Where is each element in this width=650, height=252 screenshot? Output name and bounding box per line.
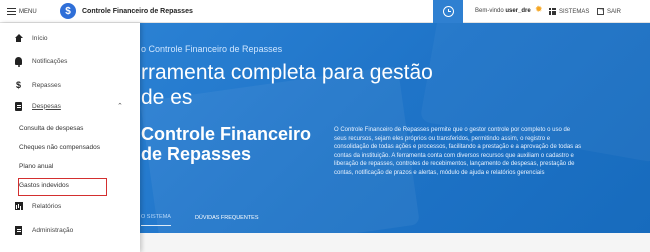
brand-logo-icon: $ xyxy=(60,3,76,19)
dollar-icon: $ xyxy=(15,79,21,90)
sidebar-item-inicio[interactable]: Início xyxy=(0,29,140,47)
sidebar-item-label: Despesas xyxy=(32,102,61,110)
submenu-item-cheques[interactable]: Cheques não compensados xyxy=(19,144,100,151)
username: user_dre xyxy=(505,8,531,14)
sidebar-item-despesas[interactable]: Despesas ⌃ xyxy=(0,97,140,115)
hero-description: O Controle Financeiro de Repasses permit… xyxy=(334,127,582,176)
logout-button[interactable]: SAIR xyxy=(597,6,622,15)
bar-chart-icon xyxy=(14,202,23,211)
welcome-text: Bem-vindo user_dre xyxy=(475,8,531,14)
sistemas-button[interactable]: SISTEMAS xyxy=(549,8,589,15)
top-bar: MENU $ Controle Financeiro de Repasses B… xyxy=(0,0,650,23)
sidebar-item-relatorios[interactable]: Relatórios xyxy=(0,197,140,215)
hero-title: rramenta completa para gestão de es xyxy=(141,61,433,109)
logout-icon xyxy=(597,6,605,15)
home-icon xyxy=(14,34,23,43)
submenu-item-consulta-despesas[interactable]: Consulta de despesas xyxy=(19,125,83,132)
sidebar-item-label: Repasses xyxy=(32,81,61,89)
welcome-prefix: Bem-vindo xyxy=(475,8,504,14)
brand[interactable]: $ Controle Financeiro de Repasses xyxy=(60,3,193,19)
sidebar-item-label: Início xyxy=(32,34,48,42)
tab-duvidas-frequentes[interactable]: DÚVIDAS FREQUENTES xyxy=(195,215,259,226)
sidebar-item-repasses[interactable]: $ Repasses xyxy=(0,76,140,94)
clock-button[interactable] xyxy=(433,0,463,23)
sun-icon[interactable]: ✹ xyxy=(535,5,543,14)
menu-label: MENU xyxy=(19,8,37,15)
logout-label: SAIR xyxy=(607,8,622,15)
menu-button[interactable]: MENU xyxy=(7,4,37,19)
hamburger-icon xyxy=(7,8,16,15)
brand-name: Controle Financeiro de Repasses xyxy=(82,7,193,15)
chevron-up-icon[interactable]: ⌃ xyxy=(117,102,123,110)
hero-heading: Controle Financeiro de Repasses xyxy=(141,124,312,164)
document-icon xyxy=(14,225,23,235)
sidebar: Início Notificações $ Repasses Despesas … xyxy=(0,23,140,252)
sidebar-item-label: Relatórios xyxy=(32,202,62,210)
clock-icon xyxy=(442,6,454,17)
hero-subtitle: o Controle Financeiro de Repasses xyxy=(141,44,283,54)
submenu-item-plano-anual[interactable]: Plano anual xyxy=(19,163,53,170)
clipboard-icon xyxy=(14,101,23,111)
sidebar-item-label: Administração xyxy=(32,226,74,234)
highlight-outline xyxy=(18,178,107,196)
sidebar-item-administracao[interactable]: Administração xyxy=(0,221,140,239)
sidebar-item-label: Notificações xyxy=(32,57,68,65)
apps-grid-icon xyxy=(549,8,556,15)
sistemas-label: SISTEMAS xyxy=(559,8,590,15)
sidebar-item-notificacoes[interactable]: Notificações xyxy=(0,52,140,70)
tab-o-sistema[interactable]: O SISTEMA xyxy=(141,214,171,226)
hero-tabs: O SISTEMA DÚVIDAS FREQUENTES xyxy=(141,214,283,226)
bell-icon xyxy=(14,57,23,67)
